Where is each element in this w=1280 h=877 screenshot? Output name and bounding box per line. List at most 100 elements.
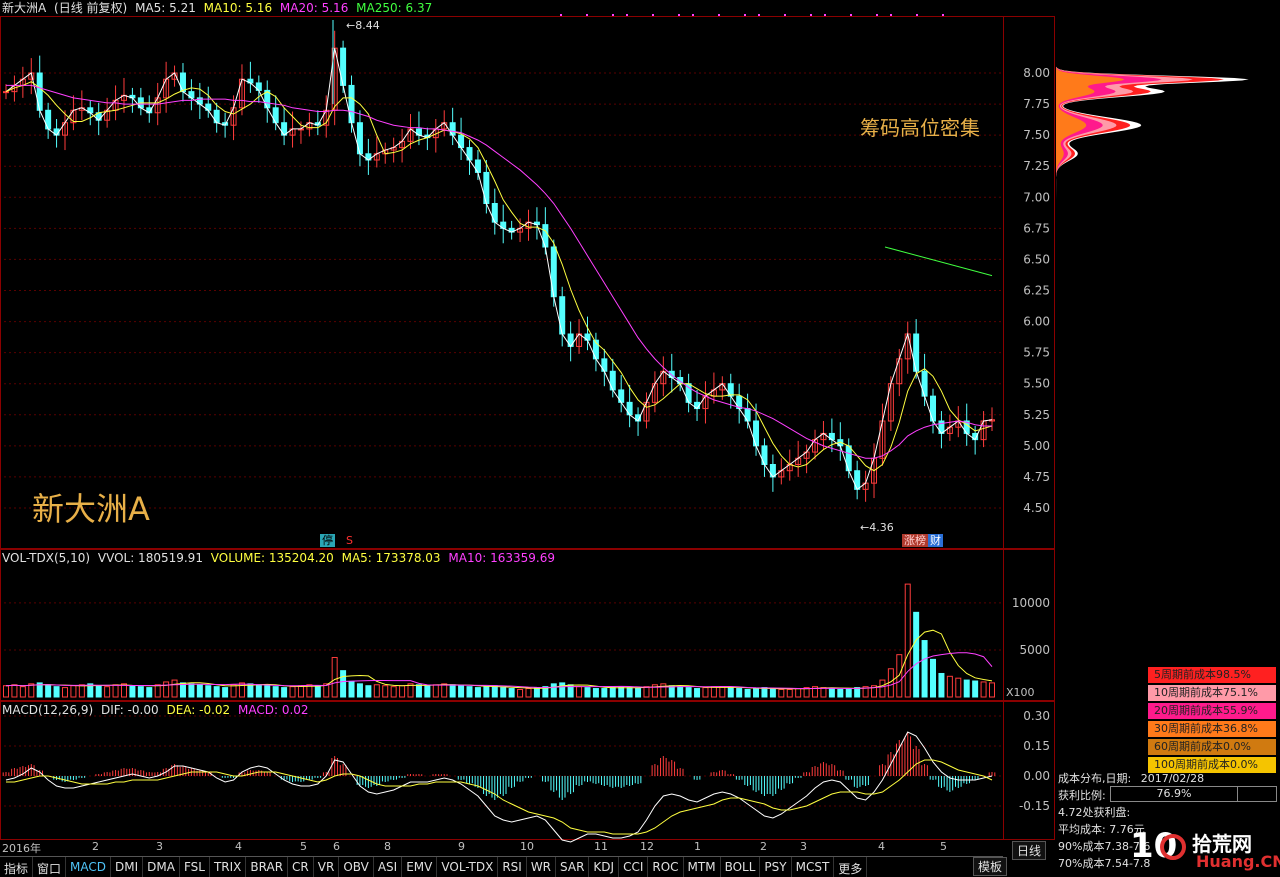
volume-bar [837,688,844,698]
toolbar-item-14[interactable]: RSI [498,857,527,877]
toolbar-item-21[interactable]: BOLL [721,857,761,877]
volume-bar [70,685,77,698]
volume-bar [989,682,995,698]
volume-bar [213,686,220,698]
price-tick-label: 4.50 [1023,501,1050,515]
volume-bar [601,688,608,698]
time-label: 2016年 [2,842,41,855]
price-tick-label: 6.25 [1023,284,1050,298]
event-marker [652,14,654,16]
toolbar-item-7[interactable]: BRAR [246,857,289,877]
volume-bar [382,685,389,698]
volume-bar [196,684,203,698]
volume-bar [205,685,212,698]
time-label: 4 [878,840,885,853]
volume-bar [53,686,60,698]
volume-bar [390,686,397,698]
volume-bar [247,683,254,698]
volume-bar [3,685,9,698]
volume-bar [415,684,422,698]
event-marker [784,14,786,16]
cost-date: 2017/02/28 [1140,772,1205,785]
ma20-line [6,84,992,459]
toolbar-item-23[interactable]: MCST [792,857,835,877]
toolbar-item-10[interactable]: OBV [339,857,374,877]
volume-bar [753,688,760,698]
profit-value-box: 76.9% [1110,786,1238,802]
volume-bar [441,683,448,698]
profit-line: 获利比例: [1058,787,1106,803]
s-badge[interactable]: S [344,534,355,547]
price-tick-label: 8.00 [1023,66,1050,80]
volume-bar [19,686,26,698]
volume-bar [668,685,675,698]
time-label: 3 [156,840,163,853]
volume-bar [297,685,304,698]
event-marker [810,14,812,16]
event-marker [718,14,720,16]
volume-bar [11,684,18,698]
toolbar-item-24[interactable]: 更多 [834,857,868,877]
volume-bar [95,685,102,698]
toolbar-item-16[interactable]: SAR [556,857,590,877]
template-tab[interactable]: 模板 [973,857,1008,876]
price-tick-label: 5.00 [1023,439,1050,453]
volume-bar [525,688,532,698]
toolbar-item-2[interactable]: MACD [66,857,112,877]
volume-bar [289,686,296,698]
toolbar-item-8[interactable]: CR [288,857,314,877]
toolbar-item-9[interactable]: VR [314,857,340,877]
zhangbang-badge[interactable]: 涨榜 [902,534,928,547]
time-label: 11 [594,840,608,853]
toolbar-item-12[interactable]: EMV [402,857,438,877]
toolbar-item-4[interactable]: DMA [143,857,180,877]
period-tab[interactable]: 日线 [1012,841,1047,860]
toolbar-item-13[interactable]: VOL-TDX [437,857,499,877]
volume-bar [685,687,692,698]
volume-bar [702,687,709,698]
volume-bar [980,681,987,698]
volume-bar [112,684,119,698]
toolbar-item-6[interactable]: TRIX [210,857,247,877]
volume-bar [719,686,726,698]
cai-badge[interactable]: 财 [928,534,943,547]
toolbar-item-3[interactable]: DMI [111,857,144,877]
stock-chart[interactable]: 8.00 7.75 7.50 7.25 7.00 6.75 6.50 6.25 6.00 5.75… [0,0,1280,876]
macd-tick-label: -0.15 [1019,799,1050,813]
volume-bar [483,686,490,698]
toolbar-item-19[interactable]: ROC [648,857,684,877]
volume-bar [491,685,498,698]
event-marker [692,14,694,16]
volume-bar [508,688,515,698]
toolbar-item-5[interactable]: FSL [180,857,210,877]
toolbar-item-17[interactable]: KDJ [589,857,620,877]
volume-bar [348,681,355,698]
price-tick-label: 6.75 [1023,221,1050,235]
event-marker [824,14,826,16]
volume-bar [820,687,827,698]
time-label: 4 [235,840,242,853]
time-label: 5 [300,840,307,853]
cost-legend-item: 20周期前成本55.9% [1148,703,1276,719]
toolbar-item-11[interactable]: ASI [374,857,403,877]
toolbar-item-20[interactable]: MTM [684,857,721,877]
trap-line: 4.72处获利盘: [1058,806,1131,819]
event-marker [678,14,680,16]
volume-bar [146,687,153,698]
toolbar-item-18[interactable]: CCI [619,857,649,877]
max-price-label: ←8.44 [346,19,380,32]
profit-bar-remainder [1237,786,1277,802]
volume-bar [163,681,170,698]
toolbar-item-1[interactable]: 窗口 [33,857,67,877]
volume-bar [137,686,144,698]
toolbar-item-15[interactable]: WR [527,857,557,877]
toolbar-item-0[interactable]: 指标 [0,857,34,877]
toolbar-item-22[interactable]: PSY [760,857,792,877]
candle-body [3,91,9,94]
volume-bar [255,684,262,698]
volume-bar [272,686,279,698]
volume-bar [592,688,599,698]
volume-bar [795,688,802,698]
ting-badge[interactable]: 停 [320,534,335,547]
volume-bar [356,683,363,698]
